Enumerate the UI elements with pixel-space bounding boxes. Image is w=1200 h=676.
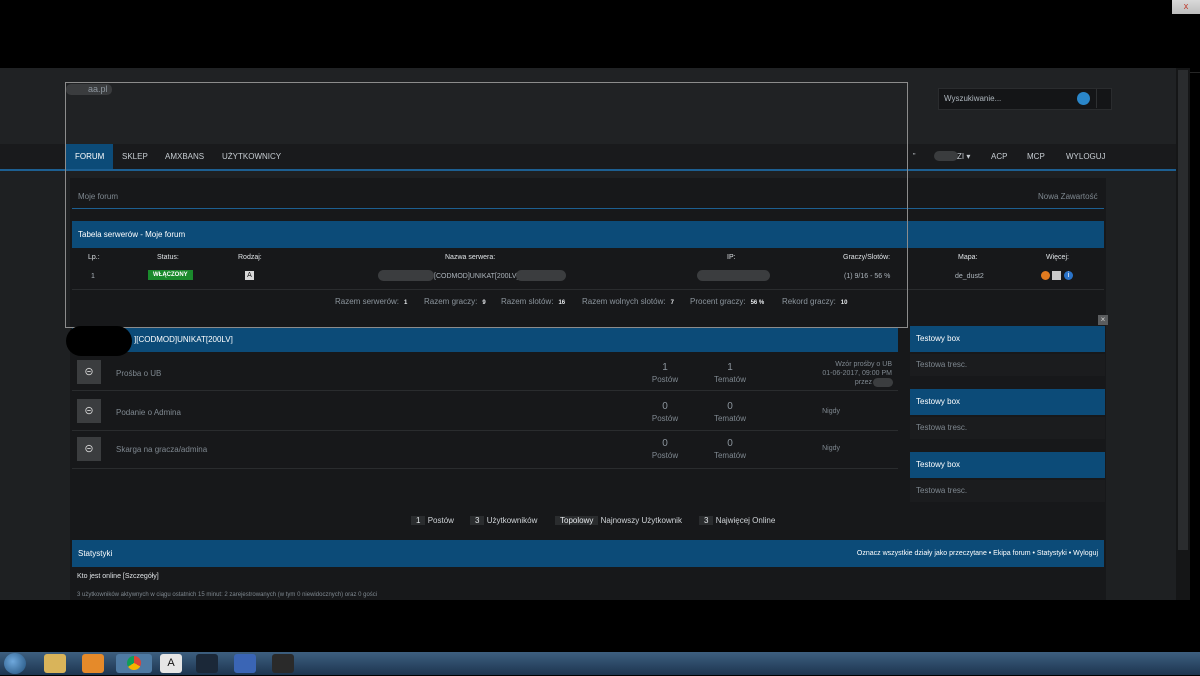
window-close-button[interactable]: x (1172, 0, 1200, 14)
sidebar-box-header: Testowy box (910, 326, 1105, 352)
nav-acp[interactable]: ACP (991, 144, 1007, 169)
forum-posts: 0 (662, 401, 668, 412)
search-placeholder: Wyszukiwanie... (944, 94, 1002, 103)
stat-users-value: 3 (470, 516, 485, 525)
forum-posts: 1 (662, 362, 668, 373)
sidebar-box-title: Testowy box (916, 460, 961, 469)
forum-row[interactable] (72, 393, 898, 431)
media-player-icon[interactable] (82, 654, 104, 673)
last-post-never: Nigdy (822, 445, 840, 452)
nav-wyloguj[interactable]: WYLOGUJ (1066, 144, 1106, 169)
stat-posts: 1 Postów (411, 512, 454, 530)
redacted-category-prefix (66, 326, 132, 356)
stat-users: 3 Użytkowników (470, 512, 537, 530)
redacted-author (873, 378, 893, 387)
sidebar-box-text: Testowa tresc. (916, 360, 968, 369)
stat-most-online-value: 3 (699, 516, 714, 525)
forum-posts-label: Postów (651, 451, 679, 460)
who-is-online-title[interactable]: Kto jest online [Szczegóły] (77, 573, 159, 580)
info-icon[interactable]: i (1064, 271, 1073, 280)
sidebar-box-header: Testowy box (910, 452, 1105, 478)
sidebar-box-body: Testowa tresc. (910, 417, 1105, 439)
close-icon[interactable]: × (1098, 315, 1108, 325)
steam-connect-icon[interactable] (1052, 271, 1061, 280)
search-button[interactable] (1077, 92, 1090, 105)
stat-users-label: Użytkowników (486, 516, 538, 525)
who-is-online-desc: 3 użytkowników aktywnych w ciągu ostatni… (77, 592, 378, 598)
forum-topics: 1 (727, 362, 733, 373)
forum-title[interactable]: Skarga na gracza/admina (116, 445, 207, 454)
forum-topics-label: Tematów (713, 375, 746, 384)
gamepad-icon: ⊝ (77, 437, 101, 461)
sidebar-box-header: Testowy box (910, 389, 1105, 415)
col-more: Więcej: (1046, 254, 1069, 261)
gamepad-icon: ⊝ (77, 399, 101, 423)
forum-title[interactable]: Prośba o UB (116, 369, 161, 378)
stat-posts-label: Postów (427, 516, 454, 525)
user-menu[interactable]: ZI ▾ (957, 144, 970, 169)
gamepad-icon: ⊝ (77, 360, 101, 384)
last-post-author: przez (854, 379, 872, 386)
new-content-link[interactable]: Nowa Zawartość (1038, 192, 1098, 201)
selection-rectangle (65, 82, 908, 328)
forum-posts-label: Postów (651, 375, 679, 384)
gametracker-icon[interactable] (1041, 271, 1050, 280)
stat-most-online-label: Najwięcej Online (715, 516, 776, 525)
app-icon[interactable] (272, 654, 294, 673)
scrollbar-thumb[interactable] (1178, 70, 1188, 550)
forum-topics: 0 (727, 401, 733, 412)
forum-topics-label: Tematów (713, 414, 746, 423)
folder-icon[interactable] (44, 654, 66, 673)
screen-bottom-black (0, 600, 1200, 652)
calculator-icon[interactable] (234, 654, 256, 673)
chrome-icon[interactable] (116, 654, 152, 673)
start-orb-icon[interactable] (4, 653, 26, 674)
stat-newest-user-value[interactable]: Topolowy (555, 516, 599, 525)
search-divider (1096, 89, 1097, 108)
server-map: de_dust2 (955, 273, 984, 280)
statistics-title: Statystyki (78, 549, 113, 558)
forum-title[interactable]: Podanie o Admina (116, 408, 181, 417)
sidebar-box-text: Testowa tresc. (916, 486, 968, 495)
sidebar-box-body: Testowa tresc. (910, 354, 1105, 376)
last-post-date: 01-06-2017, 09:00 PM (822, 370, 892, 377)
redacted-username (934, 151, 958, 161)
forum-row[interactable] (72, 353, 898, 391)
steam-icon[interactable] (196, 654, 218, 673)
stat-posts-value: 1 (411, 516, 426, 525)
bullet-icon: " (913, 153, 916, 160)
last-post-title[interactable]: Wzór prośby o UB (780, 361, 892, 368)
sidebar-box-title: Testowy box (916, 334, 961, 343)
stat-most-online: 3 Najwięcej Online (699, 512, 775, 530)
col-map: Mapa: (958, 254, 978, 261)
counter-strike-icon[interactable]: A (160, 654, 182, 673)
last-post-never: Nigdy (822, 408, 840, 415)
stat-newest-user[interactable]: Topolowy Najnowszy Użytkownik (555, 512, 682, 530)
forum-posts: 0 (662, 438, 668, 449)
forum-topics: 0 (727, 438, 733, 449)
category-header[interactable]: ][CODMOD]UNIKAT[200LV] (72, 328, 898, 352)
sidebar-box-title: Testowy box (916, 397, 961, 406)
forum-posts-label: Postów (651, 414, 679, 423)
statistics-links[interactable]: Oznacz wszystkie działy jako przeczytane… (857, 540, 1098, 567)
nav-mcp[interactable]: MCP (1027, 144, 1045, 169)
statistics-header: Statystyki Oznacz wszystkie działy jako … (72, 540, 1104, 567)
sidebar-box-text: Testowa tresc. (916, 423, 968, 432)
forum-topics-label: Tematów (713, 451, 746, 460)
sidebar-box-body: Testowa tresc. (910, 480, 1105, 502)
stat-newest-user-label: Najnowszy Użytkownik (600, 516, 682, 525)
chevron-down-icon: ▾ (964, 152, 971, 161)
